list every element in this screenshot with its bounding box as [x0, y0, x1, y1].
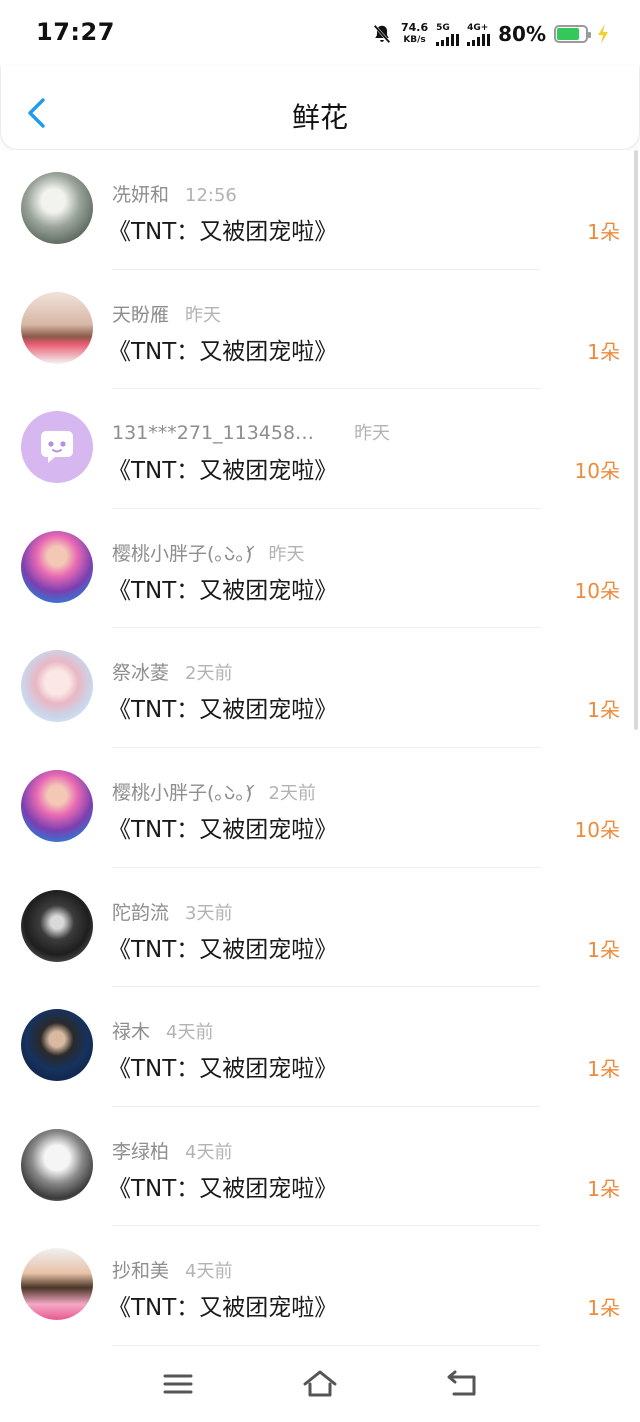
sim1-signal: 5G [436, 22, 460, 46]
book-title: 《TNT：又被团宠啦》 [108, 1295, 338, 1322]
book-title: 《TNT：又被团宠啦》 [108, 697, 338, 724]
book-title: 《TNT：又被团宠啦》 [108, 936, 338, 963]
status-time: 17:27 [36, 18, 115, 46]
book-title: 《TNT：又被团宠啦》 [108, 338, 338, 365]
network-speed-value: 74.6 [400, 21, 429, 34]
back-icon[interactable] [444, 1368, 480, 1400]
list-item[interactable]: 陀韵流 3天前 《TNT：又被团宠啦》 1朵 [0, 867, 640, 988]
sender-name: 陀韵流 3天前 [112, 901, 233, 924]
network-speed-unit: KB/s [403, 35, 426, 45]
page-header: 鲜花 [0, 66, 640, 150]
avatar[interactable] [21, 1009, 93, 1082]
flower-amount: 10朵 [574, 459, 620, 484]
sender-name: 樱桃小胖子(｡̀ᴗ｡́) 2天前 [112, 781, 316, 804]
menu-icon[interactable] [160, 1368, 196, 1400]
list-item[interactable]: 祭冰菱 2天前 《TNT：又被团宠啦》 1朵 [0, 628, 640, 748]
sender-name: 抄和美 4天前 [112, 1260, 233, 1283]
avatar[interactable] [21, 1128, 93, 1201]
send-time: 12:56 [185, 185, 237, 206]
flower-amount: 1朵 [587, 220, 620, 244]
sender-name: 131***271_113458… 昨天 [112, 422, 391, 445]
status-icons: 74.6 KB/s 5G 4G+ 80% [371, 18, 610, 50]
sender-name: 李绿柏 4天前 [112, 1140, 233, 1163]
signal-icon [436, 33, 460, 46]
list-item[interactable]: 樱桃小胖子(｡̀ᴗ｡́) 2天前 《TNT：又被团宠啦》 10朵 [0, 747, 640, 868]
battery-fill [557, 28, 580, 40]
list-item[interactable]: 天盼雁 昨天 《TNT：又被团宠啦》 1朵 [0, 269, 640, 390]
flower-amount: 1朵 [587, 1296, 620, 1321]
default-avatar-icon [41, 431, 73, 464]
book-title: 《TNT：又被团宠啦》 [108, 816, 338, 843]
charging-bolt-icon [598, 24, 608, 44]
book-title: 《TNT：又被团宠啦》 [108, 458, 338, 485]
list-item[interactable]: 抄和美 4天前 《TNT：又被团宠啦》 1朵 [0, 1226, 640, 1346]
sim1-label: 5G [436, 22, 450, 33]
system-nav-bar [0, 1346, 640, 1422]
page-title: 鲜花 [291, 101, 348, 134]
avatar[interactable] [21, 530, 93, 603]
list-item[interactable]: 李绿柏 4天前 《TNT：又被团宠啦》 1朵 [0, 1106, 640, 1227]
send-time: 3天前 [185, 902, 233, 924]
send-time: 昨天 [268, 543, 305, 565]
mute-bell-icon [373, 24, 391, 44]
flower-amount: 1朵 [587, 1176, 620, 1201]
send-time: 4天前 [166, 1022, 214, 1044]
flower-list[interactable]: 冼妍和 12:56 《TNT：又被团宠啦》 1朵 天盼雁 昨天 《TNT：又被团宠啦… [0, 150, 640, 1346]
send-time: 2天前 [268, 782, 316, 804]
flower-amount: 10朵 [574, 578, 620, 603]
list-item[interactable]: 冼妍和 12:56 《TNT：又被团宠啦》 1朵 [0, 150, 640, 270]
send-time: 4天前 [185, 1141, 233, 1163]
battery-icon [554, 25, 591, 43]
avatar[interactable] [21, 411, 93, 484]
flower-amount: 1朵 [587, 1057, 620, 1082]
avatar[interactable] [21, 172, 93, 244]
book-title: 《TNT：又被团宠啦》 [108, 219, 338, 245]
flower-amount: 1朵 [587, 339, 620, 364]
send-time: 昨天 [354, 423, 391, 445]
network-speed: 74.6 KB/s [401, 22, 428, 46]
sender-name: 樱桃小胖子(｡̀ᴗ｡́) 昨天 [112, 542, 305, 565]
list-item[interactable]: 131***271_113458… 昨天 《TNT：又被团宠啦》 10朵 [0, 389, 640, 509]
status-bar: 17:27 74.6 KB/s 5G 4G+ 80% [0, 0, 640, 66]
book-title: 《TNT：又被团宠啦》 [108, 577, 338, 604]
send-time: 2天前 [185, 663, 233, 685]
avatar[interactable] [21, 769, 93, 842]
sim2-label: 4G+ [467, 22, 489, 33]
flower-amount: 1朵 [587, 937, 620, 962]
avatar[interactable] [21, 650, 93, 723]
sender-name: 祭冰菱 2天前 [112, 662, 233, 685]
book-title: 《TNT：又被团宠啦》 [108, 1175, 338, 1202]
sender-name: 禄木 4天前 [112, 1021, 214, 1044]
sender-name: 天盼雁 昨天 [112, 303, 222, 326]
list-item[interactable]: 禄木 4天前 《TNT：又被团宠啦》 1朵 [0, 987, 640, 1107]
send-time: 昨天 [185, 304, 222, 326]
home-icon[interactable] [302, 1368, 338, 1400]
avatar[interactable] [21, 291, 93, 364]
flower-amount: 10朵 [574, 817, 620, 842]
sim2-signal: 4G+ [467, 22, 491, 46]
battery-percent: 80% [498, 22, 546, 46]
scrollbar[interactable] [634, 150, 638, 730]
flower-amount: 1朵 [587, 698, 620, 723]
book-title: 《TNT：又被团宠啦》 [108, 1056, 338, 1083]
signal-icon [467, 33, 491, 46]
sender-name: 冼妍和 12:56 [112, 184, 237, 206]
avatar[interactable] [21, 1248, 93, 1321]
send-time: 4天前 [185, 1261, 233, 1283]
avatar[interactable] [21, 889, 93, 962]
list-item[interactable]: 樱桃小胖子(｡̀ᴗ｡́) 昨天 《TNT：又被团宠啦》 10朵 [0, 508, 640, 629]
